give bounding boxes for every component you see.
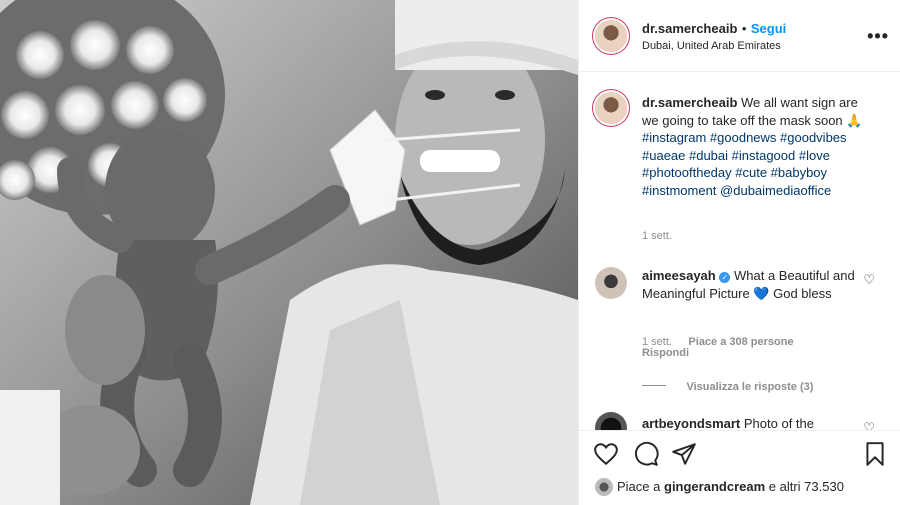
comment-like-heart-icon[interactable]: ♡ [863,420,875,430]
follow-button[interactable]: Segui [751,21,786,36]
caption-author[interactable]: dr.samercheaib [642,95,737,110]
caption-text: dr.samercheaib We all want sign are we g… [642,94,872,200]
blue-heart-emoji: 💙 [753,285,770,301]
action-bar: Piace a gingerandcream e altri 73.530 [579,430,900,505]
comment-like-heart-icon[interactable]: ♡ [863,272,875,288]
post-header: dr.samercheaib • Segui Dubai, United Ara… [579,0,900,72]
likes-prefix: Piace a [617,479,661,494]
comment-likes[interactable]: Piace a 308 persone [688,336,793,348]
comment-author[interactable]: aimeesayah [642,268,716,283]
likes-suffix: e altri 73.530 [768,479,844,494]
heart-icon[interactable] [593,441,619,467]
replies-divider [642,385,666,387]
comment-avatar[interactable] [595,267,627,299]
author-avatar[interactable] [595,20,627,52]
author-username[interactable]: dr.samercheaib [642,21,737,36]
likes-user[interactable]: gingerandcream [664,479,765,494]
view-replies-label[interactable]: Visualizza le risposte (3) [686,381,813,393]
caption-time[interactable]: 1 sett. [642,230,672,242]
caption-hashtags[interactable]: #instagram #goodnews #goodvibes #uaeae #… [642,130,847,198]
caption-author-avatar[interactable] [595,92,627,124]
comment-body-end: God bless [773,285,832,301]
more-options-icon[interactable]: ••• [867,26,889,47]
comment-author[interactable]: artbeyondsmart [642,416,740,430]
comment-avatar[interactable] [595,412,627,430]
post-photo[interactable] [0,0,578,505]
comment-icon[interactable] [633,441,659,467]
reply-button[interactable]: Rispondi [642,347,689,359]
comment-text: artbeyondsmart Photo of the [642,415,872,430]
comment-body: Photo of the [743,416,814,430]
header-separator: • [741,21,747,36]
bookmark-icon[interactable] [862,441,888,467]
photo-image [0,0,578,505]
verified-icon: ✓ [719,272,731,283]
liker-avatar[interactable] [595,478,613,496]
view-replies[interactable]: Visualizza le risposte (3) [642,377,813,395]
post-side-panel: dr.samercheaib • Segui Dubai, United Ara… [578,0,900,505]
paper-plane-icon[interactable] [671,441,697,467]
comments-list[interactable]: dr.samercheaib We all want sign are we g… [579,72,900,430]
post-location[interactable]: Dubai, United Arab Emirates [642,40,781,52]
likes-summary[interactable]: Piace a gingerandcream e altri 73.530 [617,479,844,494]
comment-text: aimeesayah ✓ What a Beautiful and Meanin… [642,267,857,302]
